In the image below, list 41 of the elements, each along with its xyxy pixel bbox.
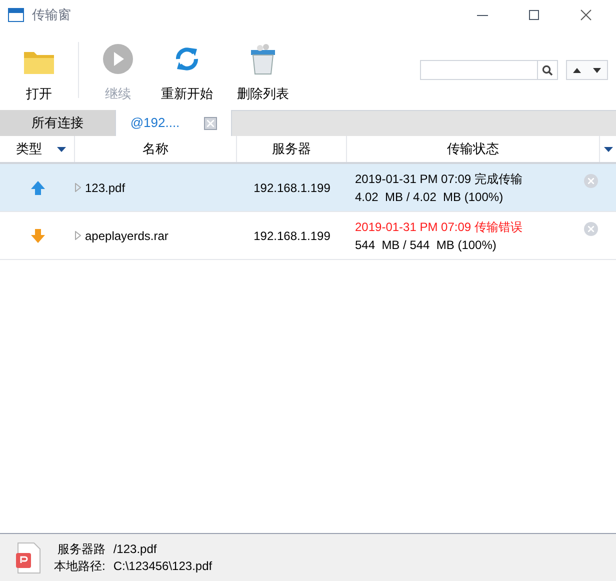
column-header[interactable]: 服务器	[237, 139, 346, 159]
transfer-status: 2019-01-31 PM 07:09 完成传输	[355, 170, 524, 188]
transfer-status: 2019-01-31 PM 07:09 传输错误	[355, 218, 524, 236]
detail-label: 服务器路	[56, 540, 106, 558]
transfer-size: 544 MB / 544 MB (100%)	[355, 236, 498, 254]
column-header[interactable]: 名称	[75, 139, 236, 159]
dropdown-arrow-icon[interactable]	[57, 146, 66, 152]
server-address: 192.168.1.199	[254, 228, 330, 242]
toolbar-button[interactable]: 重新开始	[149, 37, 225, 103]
toolbar-button[interactable]: 删除列表	[225, 37, 301, 103]
remove-button[interactable]	[584, 174, 598, 188]
transfer-size: 4.02 MB / 4.02 MB (100%)	[355, 188, 504, 206]
file-name: apeplayerds.rar	[85, 228, 168, 244]
search-field[interactable]	[420, 60, 558, 80]
server-address: 192.168.1.199	[254, 180, 330, 194]
file-name: 123.pdf	[85, 180, 126, 196]
close-icon	[588, 226, 594, 232]
expand-triangle-icon[interactable]	[75, 183, 81, 192]
window-icon	[8, 8, 24, 22]
dropdown-arrow-icon[interactable]	[604, 146, 612, 152]
toolbar-button[interactable]: 打开	[8, 37, 70, 103]
detail-value: /123.pdf	[113, 540, 158, 558]
tab[interactable]: @192....	[116, 110, 232, 136]
close-icon	[580, 9, 592, 21]
up-triangle-icon	[573, 68, 581, 72]
column-header[interactable]: 类型	[0, 139, 42, 159]
transfer-row[interactable]: 123.pdf 192.168.1.199 2019-01-31 PM 07:09 完成传输 4.02 MB / 4.02 MB (100%)	[0, 164, 616, 212]
detail-label: 本地路径:	[54, 558, 106, 574]
window-title: 传输窗	[32, 6, 71, 24]
down-triangle-icon	[593, 68, 601, 72]
pdf-file-icon	[16, 542, 42, 574]
remove-button[interactable]	[584, 222, 598, 236]
detail-value: C:\123456\123.pdf	[113, 558, 212, 574]
expand-triangle-icon[interactable]	[75, 231, 81, 240]
tab[interactable]: 所有连接	[0, 110, 116, 136]
column-header[interactable]: 传输状态	[347, 139, 599, 159]
play-icon	[101, 42, 135, 76]
search-icon	[542, 64, 553, 76]
trash-icon	[248, 42, 278, 76]
close-icon	[588, 178, 594, 184]
tab-close-icon[interactable]	[204, 116, 217, 130]
